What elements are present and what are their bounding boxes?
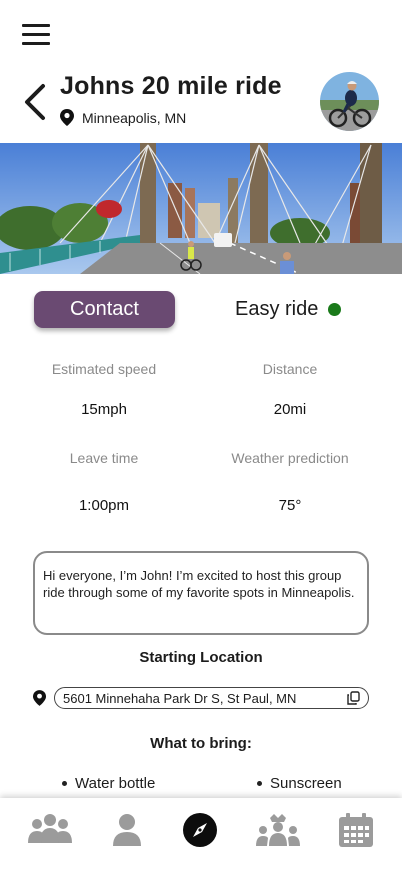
ride-title: Johns 20 mile ride [60, 72, 282, 100]
bullet-icon [62, 781, 67, 786]
leave-time-label: Leave time [69, 450, 139, 466]
nav-calendar-icon[interactable] [334, 812, 378, 848]
back-chevron-icon[interactable] [22, 82, 48, 122]
nav-groups-icon[interactable] [28, 812, 72, 848]
nav-profile-icon[interactable] [105, 812, 149, 848]
bring-item: Water bottle [62, 775, 155, 792]
map-pin-icon [33, 690, 46, 706]
distance-value: 20mi [273, 401, 307, 418]
starting-location-title: Starting Location [139, 649, 263, 666]
difficulty-indicator: Easy ride [235, 298, 342, 321]
what-to-bring-title: What to bring: [150, 735, 252, 752]
bring-item-label: Water bottle [75, 775, 156, 792]
map-pin-icon [60, 109, 74, 126]
address-field[interactable]: 5601 Minnehaha Park Dr S, St Paul, MN [54, 687, 369, 709]
speed-value: 15mph [81, 401, 127, 418]
location-text: Minneapolis, MN [82, 109, 187, 126]
bring-item-label: Sunscreen [270, 775, 342, 792]
address-row: 5601 Minnehaha Park Dr S, St Paul, MN [33, 687, 369, 709]
host-message: Hi everyone, I’m John! I’m excited to ho… [33, 551, 369, 635]
bullet-icon [257, 781, 262, 786]
leave-time-value: 1:00pm [78, 497, 130, 514]
speed-label: Estimated speed [51, 361, 157, 377]
difficulty-label: Easy ride [235, 298, 319, 320]
contact-button[interactable]: Contact [34, 291, 175, 328]
nav-community-icon[interactable] [256, 812, 300, 848]
copy-icon[interactable] [347, 691, 360, 705]
status-dot-icon [328, 303, 342, 316]
weather-label: Weather prediction [231, 450, 349, 466]
ride-location: Minneapolis, MN [60, 109, 186, 126]
bring-item: Sunscreen [257, 775, 342, 792]
hamburger-menu-icon[interactable] [22, 24, 50, 46]
nav-explore-compass-icon[interactable] [178, 812, 222, 848]
weather-value: 75° [278, 497, 302, 514]
ride-hero-image [0, 143, 402, 274]
address-text: 5601 Minnehaha Park Dr S, St Paul, MN [63, 690, 297, 706]
distance-label: Distance [262, 361, 318, 377]
bottom-navigation [0, 798, 402, 874]
host-avatar[interactable] [320, 72, 379, 131]
